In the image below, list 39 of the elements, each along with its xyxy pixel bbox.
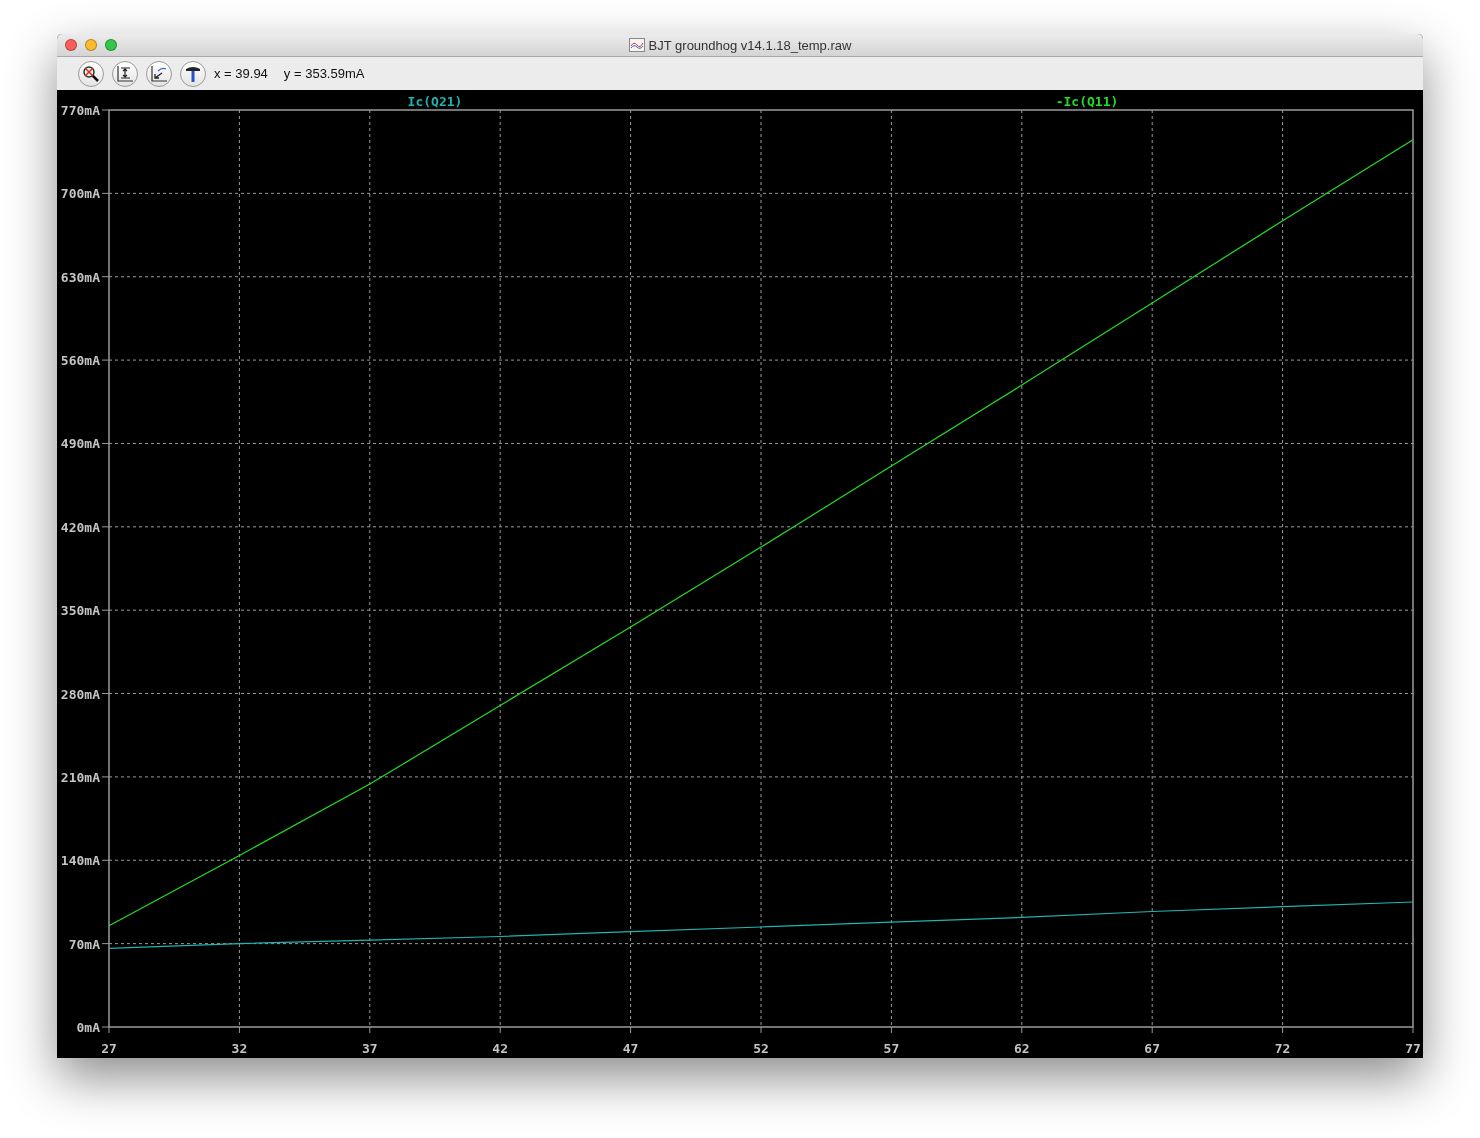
- y-tick-label: 770mA: [60, 103, 100, 118]
- waveform-document-icon: [628, 38, 645, 52]
- zoom-cancel-button[interactable]: [78, 60, 104, 87]
- autorange-button[interactable]: [112, 60, 138, 87]
- y-tick-label: 700mA: [60, 186, 100, 202]
- y-tick-label: 70mA: [68, 936, 100, 952]
- zoom-button[interactable]: [105, 39, 117, 51]
- y-tick-label: 490mA: [60, 436, 100, 452]
- x-tick-label: 62: [1013, 1041, 1030, 1056]
- x-tick-label: 67: [1144, 1041, 1161, 1056]
- trace-legend[interactable]: Ic(Q21): [407, 94, 463, 109]
- x-tick-label: 47: [622, 1041, 639, 1056]
- curve-arrow-icon: [150, 64, 168, 83]
- tools-button[interactable]: [180, 60, 206, 87]
- hammer-icon: [184, 64, 202, 83]
- cursor-y-readout: y = 353.59mA: [283, 66, 365, 81]
- y-tick-label: 350mA: [60, 603, 100, 619]
- x-tick-label: 32: [231, 1041, 248, 1056]
- trace-legend[interactable]: -Ic(Q11): [1055, 94, 1119, 109]
- x-tick-label: 72: [1274, 1041, 1291, 1056]
- y-tick-label: 630mA: [60, 269, 100, 285]
- x-tick-label: 27: [101, 1041, 117, 1056]
- x-tick-label: 77: [1405, 1041, 1421, 1056]
- y-tick-label: 210mA: [60, 769, 100, 785]
- magnifier-icon: [82, 64, 100, 83]
- back-button[interactable]: [146, 60, 172, 87]
- x-tick-label: 37: [361, 1041, 378, 1056]
- y-tick-label: 420mA: [60, 519, 100, 535]
- x-tick-label: 57: [883, 1041, 900, 1056]
- axis-bracket-icon: [116, 64, 134, 83]
- y-tick-label: 140mA: [60, 853, 100, 869]
- cursor-x-readout: x = 39.94: [214, 66, 268, 81]
- x-tick-label: 52: [753, 1041, 769, 1056]
- y-tick-label: 560mA: [60, 353, 100, 369]
- y-tick-label: 280mA: [60, 686, 100, 702]
- window-title: BJT groundhog v14.1.18_temp.raw: [648, 37, 852, 53]
- y-tick-label: 0mA: [76, 1020, 100, 1035]
- close-button[interactable]: [65, 39, 77, 51]
- x-tick-label: 42: [492, 1041, 509, 1056]
